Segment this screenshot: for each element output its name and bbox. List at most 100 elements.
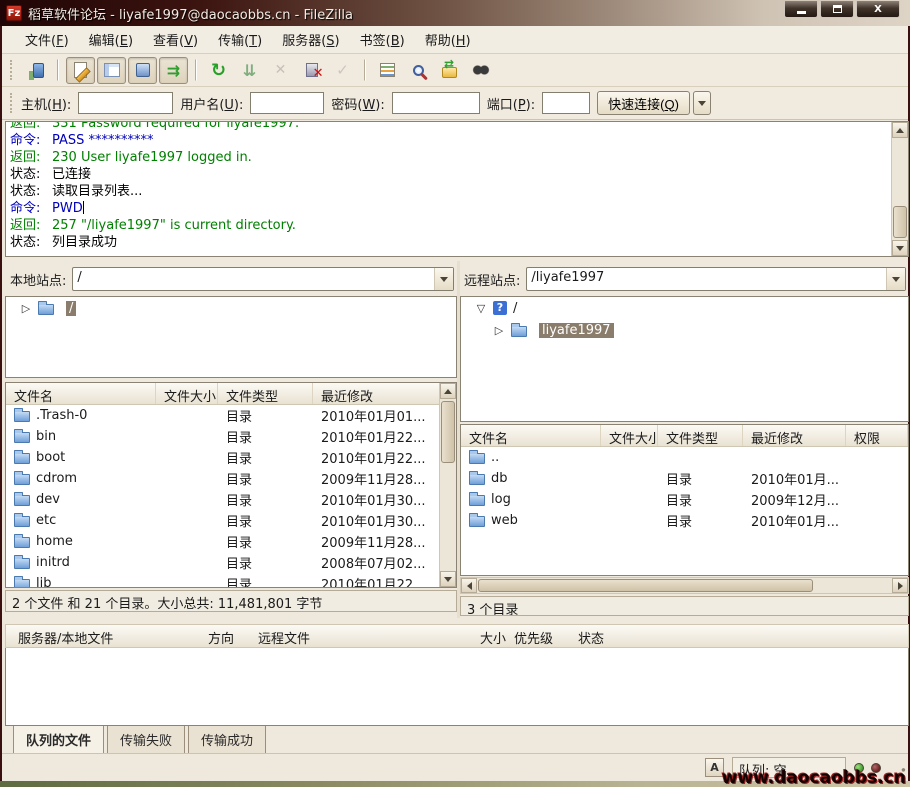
local-root-label[interactable]: / — [66, 301, 76, 316]
boot[interactable]: boot 目录 2010年01月22... — [6, 447, 456, 468]
cancel-operation-button[interactable] — [266, 57, 295, 84]
column-header[interactable]: 权限 — [846, 425, 908, 446]
collapse-icon[interactable]: ▽ — [475, 302, 487, 315]
column-header[interactable]: 最近修改 — [743, 425, 846, 446]
menu-item[interactable]: 帮助(H) — [416, 26, 480, 53]
directory-comparison-button[interactable] — [373, 57, 402, 84]
queue-tab[interactable]: 传输成功 — [188, 726, 266, 755]
remote-child-label[interactable]: liyafe1997 — [539, 323, 614, 338]
reconnect-button[interactable] — [328, 57, 357, 84]
scroll-down-button[interactable] — [440, 571, 456, 587]
refresh-button[interactable] — [204, 57, 233, 84]
etc[interactable]: etc 目录 2010年01月30... — [6, 510, 456, 531]
titlebar[interactable]: Fz 稻草软件论坛 - liyafe1997@daocaobbs.cn - Fi… — [0, 0, 910, 26]
scrollbar-thumb[interactable] — [441, 401, 455, 463]
column-header[interactable]: 文件大小 — [601, 425, 658, 446]
quickconnect-button[interactable]: 快速连接(Q) — [597, 91, 690, 115]
process-queue-button[interactable] — [235, 57, 264, 84]
remote-root-label[interactable]: / — [513, 301, 517, 316]
column-header[interactable]: 最近修改 — [313, 383, 456, 404]
username-label: 用户名(U): — [180, 94, 243, 113]
menu-item[interactable]: 编辑(E) — [80, 26, 142, 53]
column-header[interactable]: 方向 — [208, 625, 258, 647]
toggle-message-log-button[interactable] — [66, 57, 95, 84]
scroll-up-button[interactable] — [892, 122, 908, 138]
column-header[interactable]: 状态 — [578, 625, 908, 647]
find-button[interactable] — [466, 57, 495, 84]
close-button[interactable]: X — [856, 1, 900, 18]
menu-item[interactable]: 传输(T) — [209, 26, 271, 53]
maximize-icon — [833, 5, 842, 13]
message-log[interactable]: 返回:331 Password required for liyafe1997.… — [5, 121, 909, 257]
scroll-right-button[interactable] — [892, 578, 908, 593]
combo-dropdown-button[interactable] — [434, 268, 453, 290]
column-header[interactable]: 优先级 — [514, 625, 578, 647]
web[interactable]: web 目录 2010年01月... — [461, 510, 908, 531]
log-line: 命令:PWD — [10, 200, 908, 217]
remote-directory-tree[interactable]: ▽ ? / ▷ liyafe1997 — [460, 296, 909, 422]
remote-site-value: /liyafe1997 — [527, 268, 886, 290]
log-scrollbar[interactable] — [891, 122, 908, 256]
question-folder-icon: ? — [493, 301, 507, 315]
scrollbar-thumb[interactable] — [478, 579, 813, 592]
combo-dropdown-button[interactable] — [886, 268, 905, 290]
column-header[interactable]: 文件类型 — [218, 383, 313, 404]
..[interactable]: .. — [461, 447, 908, 468]
column-header[interactable]: 服务器/本地文件 — [18, 625, 208, 647]
queue-tab[interactable]: 传输失败 — [107, 726, 185, 755]
local-file-list[interactable]: 文件名文件大小文件类型最近修改 .Trash-0 目录 2010年01月01..… — [5, 382, 457, 588]
remote-site-combo[interactable]: /liyafe1997 — [526, 267, 906, 291]
scroll-down-button[interactable] — [892, 240, 908, 256]
host-input[interactable] — [78, 92, 173, 114]
log-line: 返回:331 Password required for liyafe1997. — [10, 121, 908, 132]
tree-item-root[interactable]: ▽ ? / — [461, 297, 908, 319]
disconnect-button[interactable] — [297, 57, 326, 84]
bin[interactable]: bin 目录 2010年01月22... — [6, 426, 456, 447]
menu-item[interactable]: 服务器(S) — [273, 26, 348, 53]
local-site-combo[interactable]: / — [72, 267, 454, 291]
remote-list-hscrollbar[interactable] — [460, 577, 909, 594]
column-header[interactable]: 远程文件 — [258, 625, 480, 647]
column-header[interactable]: 文件名 — [461, 425, 601, 446]
port-input[interactable] — [542, 92, 590, 114]
initrd[interactable]: initrd 目录 2008年07月02... — [6, 552, 456, 573]
username-input[interactable] — [250, 92, 324, 114]
local-directory-tree[interactable]: ▷ / — [5, 296, 457, 378]
transfer-queue[interactable] — [5, 648, 909, 726]
log[interactable]: log 目录 2009年12月... — [461, 489, 908, 510]
column-header[interactable]: 文件名 — [6, 383, 156, 404]
scroll-up-button[interactable] — [440, 383, 456, 399]
quickconnect-dropdown-button[interactable] — [693, 91, 711, 115]
dev[interactable]: dev 目录 2010年01月30... — [6, 489, 456, 510]
lib[interactable]: lib 目录 2010年01月22... — [6, 573, 456, 588]
cdrom[interactable]: cdrom 目录 2009年11月28... — [6, 468, 456, 489]
local-list-scrollbar[interactable] — [439, 383, 456, 587]
.Trash-0[interactable]: .Trash-0 目录 2010年01月01... — [6, 405, 456, 426]
menu-item[interactable]: 查看(V) — [144, 26, 207, 53]
db[interactable]: db 目录 2010年01月... — [461, 468, 908, 489]
minimize-button[interactable] — [784, 1, 818, 18]
toggle-local-tree-button[interactable] — [97, 57, 126, 84]
expand-icon[interactable]: ▷ — [493, 324, 505, 337]
toggle-remote-tree-button[interactable] — [128, 57, 157, 84]
menu-item[interactable]: 文件(F) — [16, 26, 78, 53]
toggle-queue-button[interactable] — [159, 57, 188, 84]
synchronized-browsing-button[interactable] — [435, 57, 464, 84]
scrollbar-thumb[interactable] — [893, 206, 907, 238]
folder-icon — [14, 495, 30, 506]
column-header[interactable]: 文件大小 — [156, 383, 218, 404]
filter-button[interactable] — [404, 57, 433, 84]
scroll-left-button[interactable] — [461, 578, 477, 593]
column-header[interactable]: 文件类型 — [658, 425, 743, 446]
menu-item[interactable]: 书签(B) — [351, 26, 414, 53]
home[interactable]: home 目录 2009年11月28... — [6, 531, 456, 552]
tree-item-root[interactable]: ▷ / — [6, 297, 456, 319]
quickconnect-bar: 主机(H): 用户名(U): 密码(W): 端口(P): 快速连接(Q) — [2, 87, 908, 120]
remote-file-list[interactable]: 文件名文件大小文件类型最近修改权限 .. db 目录 2010年01月... l… — [460, 424, 909, 576]
site-manager-button[interactable] — [21, 57, 50, 84]
column-header[interactable]: 大小 — [480, 625, 514, 647]
expand-icon[interactable]: ▷ — [20, 302, 32, 315]
password-input[interactable] — [392, 92, 480, 114]
maximize-button[interactable] — [820, 1, 854, 18]
tree-item-child[interactable]: ▷ liyafe1997 — [461, 319, 908, 341]
